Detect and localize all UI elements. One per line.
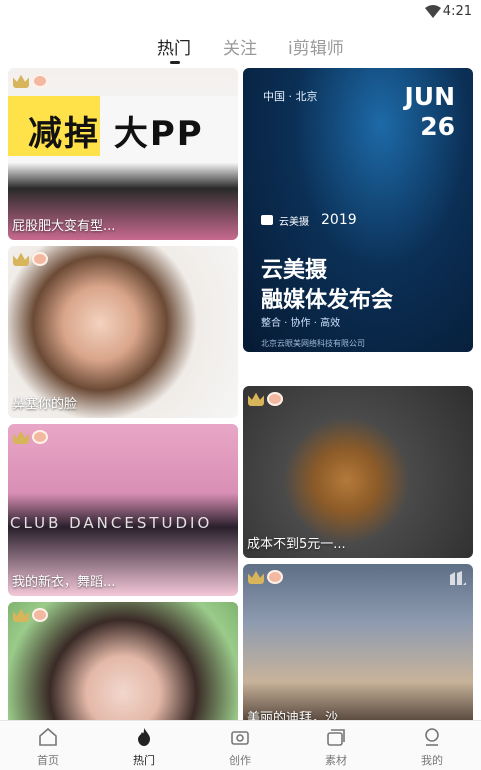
flame-icon	[138, 728, 150, 746]
poster-year: 2019	[321, 212, 357, 228]
nav-hot[interactable]: 热门	[96, 721, 192, 770]
nav-material[interactable]: 素材	[288, 721, 384, 770]
video-caption: 成本不到5元一...	[247, 537, 346, 552]
card-badges	[248, 392, 283, 406]
tab-editor[interactable]: i剪辑师	[288, 34, 344, 59]
poster-title-line2: 融媒体发布会	[261, 288, 394, 313]
home-icon	[39, 727, 57, 746]
video-card[interactable]: 美丽的迪拜，沙...	[243, 564, 473, 720]
crown-icon	[13, 608, 29, 622]
event-poster-card[interactable]: 中国 · 北京 JUN 26 云美摄 2019 云美摄 融媒体发布会 整合 · …	[243, 68, 473, 352]
card-badges	[13, 74, 48, 88]
video-caption: 美丽的迪拜，沙...	[247, 711, 351, 720]
profile-icon	[425, 728, 439, 746]
video-feed[interactable]: 减掉 大PP 屁股肥大变有型... 鼻塞你的脸 CLUB DANCESTUDIO…	[0, 66, 481, 720]
nav-profile[interactable]: 我的	[384, 721, 480, 770]
video-card[interactable]: 鼻塞你的脸	[8, 246, 238, 418]
material-icon	[327, 729, 345, 746]
bottom-navigation: 首页 热门 创作 素材 我的	[0, 720, 481, 770]
watermark-logo-icon	[450, 571, 466, 585]
top-tabs: 热门 关注 i剪辑师	[0, 30, 481, 62]
gift-icon	[267, 392, 283, 406]
card-badges	[248, 570, 283, 584]
video-card[interactable]: CLUB DANCESTUDIO 我的新衣，舞蹈...	[8, 424, 238, 596]
gift-icon	[32, 608, 48, 622]
nav-home[interactable]: 首页	[0, 721, 96, 770]
nav-create[interactable]: 创作	[192, 721, 288, 770]
poster-location: 中国 · 北京	[263, 90, 318, 103]
crown-icon	[13, 430, 29, 444]
video-caption: 我的新衣，舞蹈...	[12, 575, 116, 590]
video-overlay-text: 减掉 大PP	[28, 114, 204, 154]
video-thumbnail	[243, 564, 473, 720]
nav-home-label: 首页	[37, 754, 59, 767]
tab-hot[interactable]: 热门	[157, 34, 191, 59]
card-badges	[13, 252, 48, 266]
tab-indicator	[170, 61, 180, 64]
gift-icon	[267, 570, 283, 584]
poster-brand-row: 云美摄 2019	[261, 212, 357, 228]
nav-hot-label: 热门	[133, 754, 155, 767]
gift-icon	[32, 252, 48, 266]
camera-icon	[231, 731, 249, 745]
poster-month: JUN	[404, 82, 455, 111]
poster-brand: 云美摄	[279, 216, 309, 228]
gift-icon	[32, 430, 48, 444]
crown-icon	[248, 570, 264, 584]
wifi-icon	[425, 5, 441, 18]
card-badges	[13, 430, 48, 444]
video-caption: 鼻塞你的脸	[12, 397, 78, 412]
poster-day: 26	[420, 112, 455, 141]
nav-profile-label: 我的	[421, 754, 443, 767]
crown-icon	[13, 252, 29, 266]
card-badges	[13, 608, 48, 622]
video-caption: 屁股肥大变有型...	[12, 219, 116, 234]
video-overlay-text: CLUB DANCESTUDIO	[10, 514, 213, 532]
status-bar: 4:21	[0, 0, 481, 26]
crown-icon	[13, 74, 29, 88]
video-card[interactable]: 成本不到5元一...	[243, 386, 473, 558]
video-card[interactable]: 减掉 大PP 屁股肥大变有型...	[8, 68, 238, 240]
gift-icon	[32, 74, 48, 88]
nav-material-label: 素材	[325, 754, 347, 767]
brand-logo-icon	[261, 215, 273, 225]
video-card[interactable]	[8, 602, 238, 720]
poster-title-line1: 云美摄	[261, 258, 328, 283]
nav-create-label: 创作	[229, 754, 251, 767]
tab-follow[interactable]: 关注	[223, 34, 257, 59]
crown-icon	[248, 392, 264, 406]
poster-subtitle: 整合 · 协作 · 高效	[261, 318, 341, 329]
poster-footer: 北京云眼美网络科技有限公司	[261, 339, 365, 348]
status-time: 4:21	[442, 4, 472, 19]
